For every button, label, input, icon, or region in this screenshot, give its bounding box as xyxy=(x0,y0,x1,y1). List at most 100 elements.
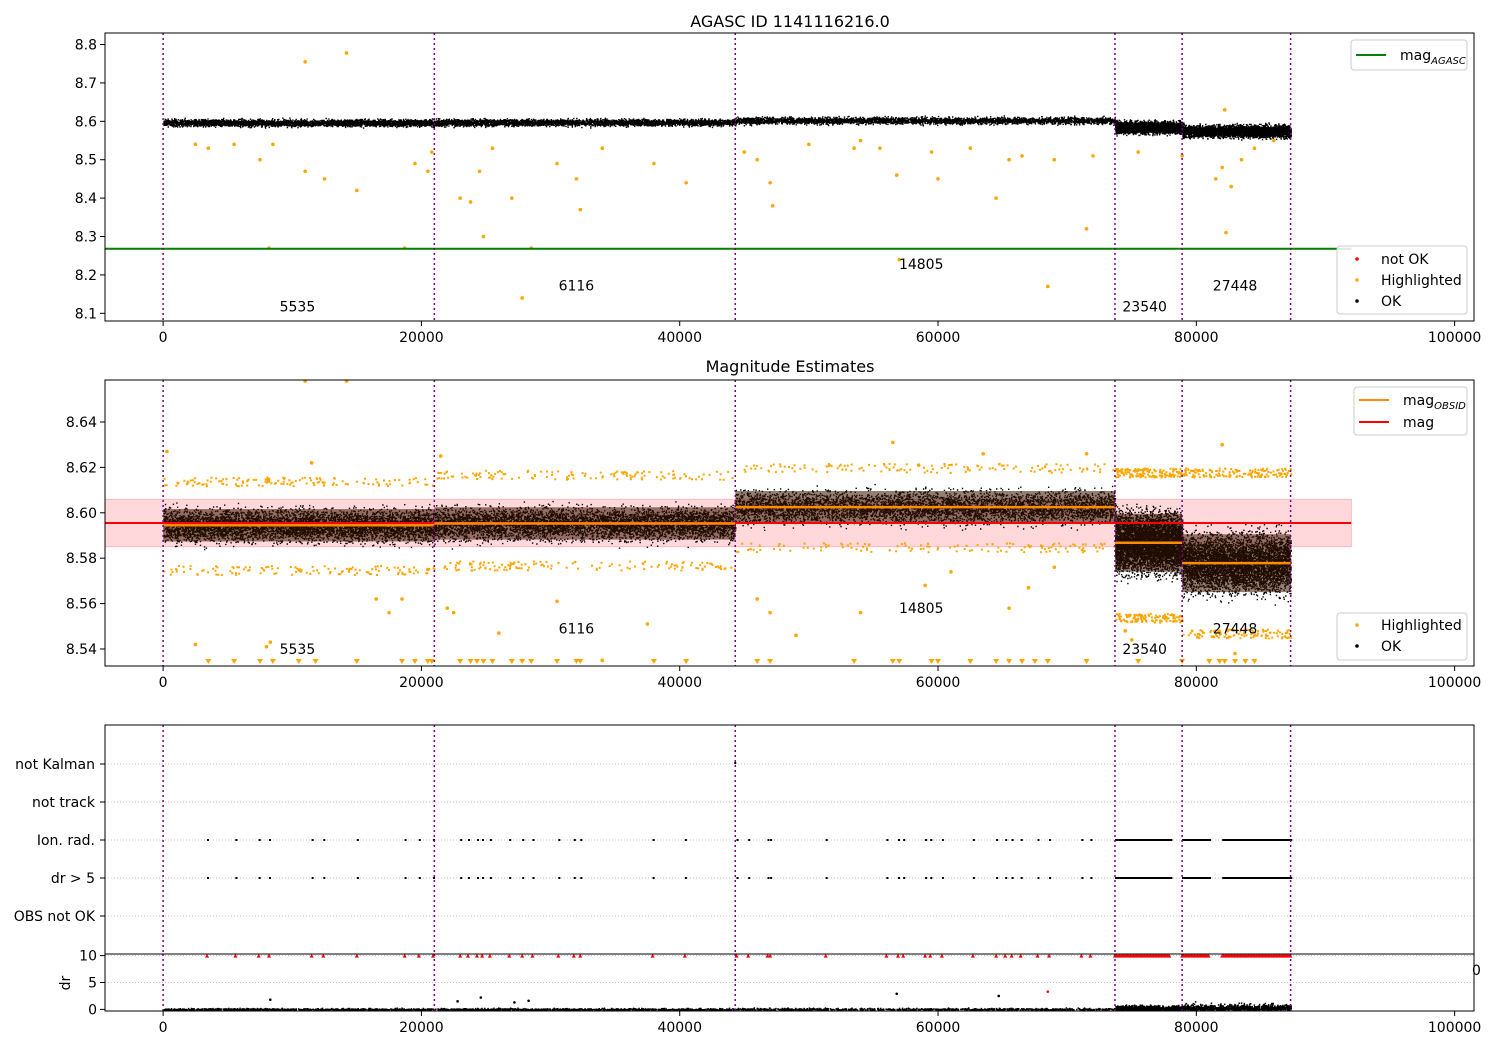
agasc-highlighted-point-48 xyxy=(1091,154,1095,158)
agasc-highlighted-point-32 xyxy=(770,204,775,208)
dr-x-tick-label-1: 20000 xyxy=(399,1020,444,1036)
agasc-y-tick-label-5: 8.6 xyxy=(75,114,97,130)
agasc-highlighted-point-53 xyxy=(1224,230,1228,235)
panel-title-magnitude-estimates: Magnitude Estimates xyxy=(706,357,875,376)
magest-highlighted-point-4 xyxy=(268,640,273,644)
magest-highlighted-point-22 xyxy=(891,440,895,445)
x-tick-label-5: 100000 xyxy=(1428,675,1481,691)
x-tick-label-4: 80000 xyxy=(1174,675,1219,691)
agasc-highlighted-point-6 xyxy=(271,142,275,147)
agasc-highlighted-point-41 xyxy=(968,146,973,150)
magest-legend-bottom-swatch-1 xyxy=(1355,644,1359,648)
magest-highlighted-point-9 xyxy=(387,610,391,615)
magest-highlighted-point-10 xyxy=(426,567,430,572)
agasc-obsid-label-1: 6116 xyxy=(559,278,595,294)
agasc-legend-bottom-swatch-2 xyxy=(1355,299,1359,303)
agasc-highlighted-point-9 xyxy=(355,188,359,193)
dr-x-tick-label-2: 40000 xyxy=(657,1020,702,1036)
agasc-highlighted-point-16 xyxy=(490,146,495,150)
agasc-highlighted-point-14 xyxy=(468,200,473,204)
magest-highlighted-point-18 xyxy=(755,597,760,601)
agasc-highlighted-point-51 xyxy=(1213,177,1218,181)
agasc-highlighted-point-55 xyxy=(1239,157,1244,162)
panel-title-agasc: AGASC ID 1141116216.0 xyxy=(690,12,890,31)
agasc-highlighted-point-11 xyxy=(426,169,430,174)
magest-legend-bottom-swatch-0 xyxy=(1355,623,1359,627)
agasc-highlighted-point-29 xyxy=(742,150,747,154)
agasc-obsid-label-2: 14805 xyxy=(899,257,944,273)
x-tick-label-1: 20000 xyxy=(399,330,444,346)
agasc-highlighted-point-17 xyxy=(510,196,514,200)
x-tick-label-0: 0 xyxy=(159,330,168,346)
agasc-y-tick-label-3: 8.4 xyxy=(75,191,97,207)
magest-highlighted-point-34 xyxy=(1233,651,1237,656)
agasc-highlighted-point-15 xyxy=(477,169,482,174)
x-tick-label-4: 80000 xyxy=(1174,330,1219,346)
agasc-highlighted-point-13 xyxy=(458,196,462,200)
magest-highlighted-point-12 xyxy=(451,610,456,615)
magest-highlighted-point-7 xyxy=(374,597,379,601)
magest-highlighted-point-28 xyxy=(1026,585,1031,590)
agasc-highlighted-point-1 xyxy=(344,51,349,55)
agasc-y-tick-label-1: 8.2 xyxy=(75,268,97,284)
agasc-highlighted-point-2 xyxy=(193,142,198,147)
agasc-highlighted-point-3 xyxy=(206,146,211,150)
x-tick-label-3: 60000 xyxy=(916,675,961,691)
agasc-highlighted-point-24 xyxy=(600,146,605,150)
agasc-legend-bottom-label-2: OK xyxy=(1381,294,1402,310)
agasc-highlighted-point-57 xyxy=(1272,138,1276,143)
dr-outlier-point-6 xyxy=(997,994,1001,998)
agasc-legend-bottom-swatch-1 xyxy=(1355,278,1359,282)
magest-highlighted-point-19 xyxy=(768,610,772,615)
agasc-highlighted-point-23 xyxy=(578,207,583,212)
magest-obsid-label-1: 6116 xyxy=(559,622,595,638)
magest-highlighted-point-15 xyxy=(555,599,559,604)
agasc-obsid-label-3: 23540 xyxy=(1122,299,1167,315)
dr-y-tick-label-0: 0 xyxy=(88,1002,97,1018)
agasc-y-tick-label-4: 8.5 xyxy=(75,153,97,169)
figure: AGASC ID 1141116216.0 0 20000 40000 60000 80… xyxy=(0,0,1500,1050)
magest-y-tick-label-1: 8.56 xyxy=(66,597,97,613)
agasc-y-tick-label-6: 8.7 xyxy=(75,76,97,92)
agasc-highlighted-point-39 xyxy=(929,150,934,154)
agasc-highlighted-point-34 xyxy=(852,146,856,150)
ylabel-dr: dr xyxy=(58,975,74,990)
x-tick-label-0: 0 xyxy=(159,675,168,691)
agasc-highlighted-point-44 xyxy=(1020,154,1024,158)
magest-highlighted-point-11 xyxy=(438,454,443,458)
agasc-highlighted-point-0 xyxy=(303,60,307,64)
magest-highlighted-point-29 xyxy=(1052,565,1057,570)
magest-highlighted-point-26 xyxy=(981,451,986,456)
agasc-highlighted-point-43 xyxy=(1007,157,1011,162)
dr-outlier-point-0 xyxy=(269,998,272,1002)
agasc-highlighted-point-25 xyxy=(652,161,656,166)
x-tick-label-2: 40000 xyxy=(657,675,702,691)
agasc-highlighted-point-37 xyxy=(894,173,899,177)
dr-x-tick-label-4: 80000 xyxy=(1174,1020,1219,1036)
not-kalman-event-0 xyxy=(734,762,737,764)
magest-highlighted-point-16 xyxy=(600,658,605,663)
dr-y-tick-label-2: 10 xyxy=(79,949,97,965)
magest-obsid-label-4: 27448 xyxy=(1213,622,1258,638)
agasc-obsid-label-4: 27448 xyxy=(1213,278,1258,294)
magest-highlighted-point-13 xyxy=(445,606,450,610)
agasc-highlighted-point-33 xyxy=(807,142,811,147)
agasc-highlighted-point-31 xyxy=(768,180,772,185)
agasc-y-tick-label-7: 8.8 xyxy=(75,38,97,54)
flag-label-2: Ion. rad. xyxy=(37,833,95,849)
edge-tick-label: 0 xyxy=(1472,963,1481,979)
agasc-highlighted-point-21 xyxy=(555,161,559,166)
magest-highlighted-point-6 xyxy=(309,461,314,465)
agasc-highlighted-point-46 xyxy=(1052,157,1057,162)
agasc-highlighted-point-12 xyxy=(429,150,434,154)
legend-agasc-line: magAGASC xyxy=(1350,39,1468,71)
agasc-highlighted-point-42 xyxy=(994,196,998,200)
dr-outlier-point-4 xyxy=(527,999,530,1003)
magest-highlighted-point-5 xyxy=(264,644,269,649)
agasc-highlighted-point-7 xyxy=(303,169,307,174)
magest-highlighted-point-27 xyxy=(1007,606,1011,610)
magest-highlighted-point-31 xyxy=(1123,629,1128,633)
agasc-highlighted-point-58 xyxy=(1222,108,1227,112)
magest-y-tick-label-0: 8.54 xyxy=(66,642,97,658)
magest-highlighted-point-3 xyxy=(193,642,198,647)
